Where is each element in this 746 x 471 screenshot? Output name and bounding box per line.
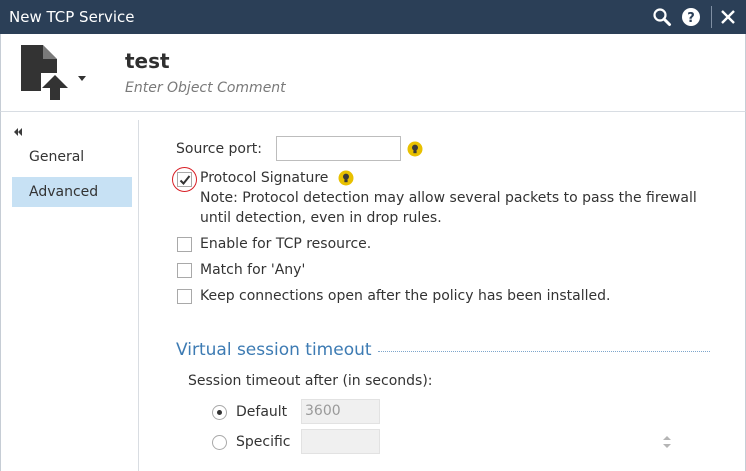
- session-timeout-label: Session timeout after (in seconds):: [188, 373, 433, 389]
- specific-timeout-stepper[interactable]: [301, 429, 671, 454]
- sidebar-item-general[interactable]: General: [12, 142, 132, 172]
- spinner-arrows-icon[interactable]: [663, 434, 671, 450]
- svg-text:?: ?: [687, 11, 695, 26]
- specific-radio[interactable]: [212, 435, 227, 450]
- lightbulb-icon[interactable]: [338, 170, 354, 186]
- dialog-body: General Advanced Source port: Protocol S…: [0, 112, 746, 471]
- protocol-signature-checkbox[interactable]: [177, 172, 192, 187]
- radio-selected-dot: [217, 410, 222, 415]
- help-icon[interactable]: ?: [681, 7, 701, 27]
- match-any-checkbox[interactable]: [177, 263, 192, 278]
- keep-connections-label: Keep connections open after the policy h…: [200, 288, 611, 304]
- section-title: Virtual session timeout: [176, 340, 372, 360]
- lightbulb-icon[interactable]: [407, 141, 423, 157]
- sidebar-item-advanced[interactable]: Advanced: [12, 177, 132, 207]
- default-timeout-field: 3600: [301, 399, 380, 424]
- enable-tcp-resource-checkbox[interactable]: [177, 237, 192, 252]
- close-icon[interactable]: [718, 7, 738, 27]
- protocol-signature-label: Protocol Signature: [200, 170, 329, 186]
- specific-label: Specific: [236, 434, 291, 450]
- protocol-note-line-2: until detection, even in drop rules.: [200, 210, 442, 226]
- title-bar: New TCP Service ?: [0, 0, 746, 34]
- keep-connections-checkbox[interactable]: [177, 289, 192, 304]
- chevron-down-icon[interactable]: [78, 69, 86, 81]
- default-label: Default: [236, 404, 288, 420]
- object-comment-field[interactable]: Enter Object Comment: [125, 80, 286, 96]
- collapse-sidebar-icon[interactable]: [13, 124, 23, 136]
- default-radio[interactable]: [212, 405, 227, 420]
- enable-tcp-resource-label: Enable for TCP resource.: [200, 236, 372, 252]
- source-port-label: Source port:: [176, 141, 262, 157]
- protocol-note-line-1: Note: Protocol detection may allow sever…: [200, 190, 697, 206]
- match-any-label: Match for 'Any': [200, 262, 306, 278]
- source-port-input[interactable]: [276, 136, 401, 161]
- window-title: New TCP Service: [9, 8, 135, 26]
- section-divider: [378, 351, 710, 352]
- sidebar-divider: [138, 120, 139, 471]
- search-icon[interactable]: [652, 7, 672, 27]
- object-name[interactable]: test: [125, 49, 170, 73]
- service-upload-icon[interactable]: [19, 43, 71, 101]
- object-header: test Enter Object Comment: [0, 34, 746, 112]
- title-bar-separator: [711, 6, 712, 28]
